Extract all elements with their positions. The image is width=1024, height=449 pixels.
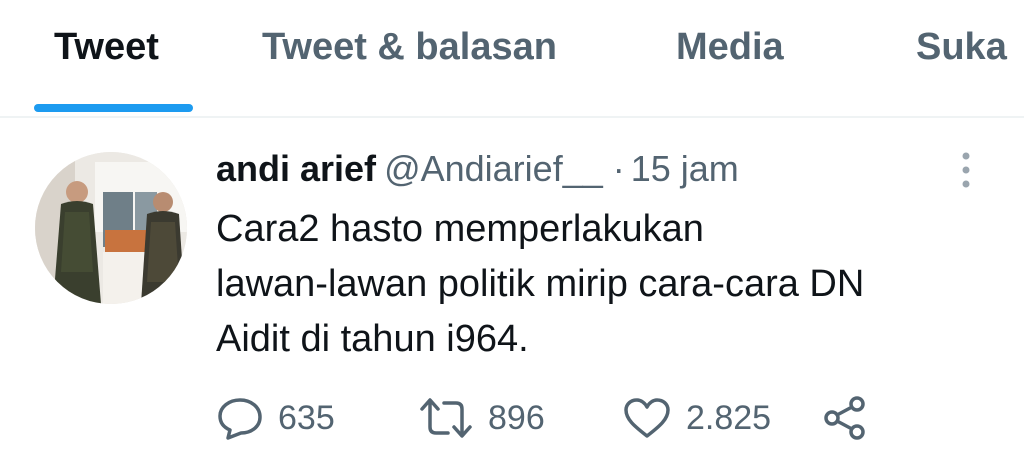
tweet-text-line: Aidit di tahun i964.	[216, 318, 529, 360]
tweet-timestamp[interactable]: 15 jam	[631, 148, 739, 189]
tweet-header: andi arief @Andiarief__ · 15 jam	[216, 148, 739, 190]
avatar[interactable]	[35, 152, 187, 304]
reply-icon	[218, 398, 262, 440]
tab-likes[interactable]: Suka	[916, 26, 1007, 116]
tweet-text: Cara2 hasto memperlakukan lawan-lawan po…	[216, 202, 986, 367]
retweet-icon	[420, 398, 472, 438]
heart-icon	[624, 398, 670, 438]
reply-count: 635	[278, 398, 335, 437]
tweet-text-line: Cara2 hasto memperlakukan	[216, 208, 704, 250]
author-handle[interactable]: @Andiarief__	[384, 148, 603, 189]
share-icon	[824, 396, 865, 440]
author-name[interactable]: andi arief	[216, 148, 376, 189]
retweet-count: 896	[488, 398, 545, 437]
profile-photo	[35, 152, 187, 304]
like-button[interactable]: 2.825	[622, 393, 771, 443]
reply-button[interactable]: 635	[216, 393, 335, 443]
retweet-button[interactable]: 896	[418, 393, 545, 443]
tweet-text-line: lawan-lawan politik mirip cara-cara DN	[216, 263, 865, 305]
tweet[interactable]: andi arief @Andiarief__ · 15 jam Cara2 hast…	[0, 118, 1024, 449]
tab-media[interactable]: Media	[676, 26, 784, 116]
like-count: 2.825	[686, 398, 772, 437]
active-tab-indicator	[34, 104, 193, 112]
share-button[interactable]	[822, 393, 868, 443]
separator-dot: ·	[612, 148, 625, 189]
profile-tabs: Tweet Tweet & balasan Media Suka	[0, 0, 1024, 118]
tab-tweet[interactable]: Tweet	[54, 26, 159, 116]
more-vertical-icon[interactable]	[958, 150, 974, 190]
tab-tweet-and-replies[interactable]: Tweet & balasan	[262, 26, 557, 116]
tweet-actions: 635 896 2.825	[0, 393, 1024, 443]
